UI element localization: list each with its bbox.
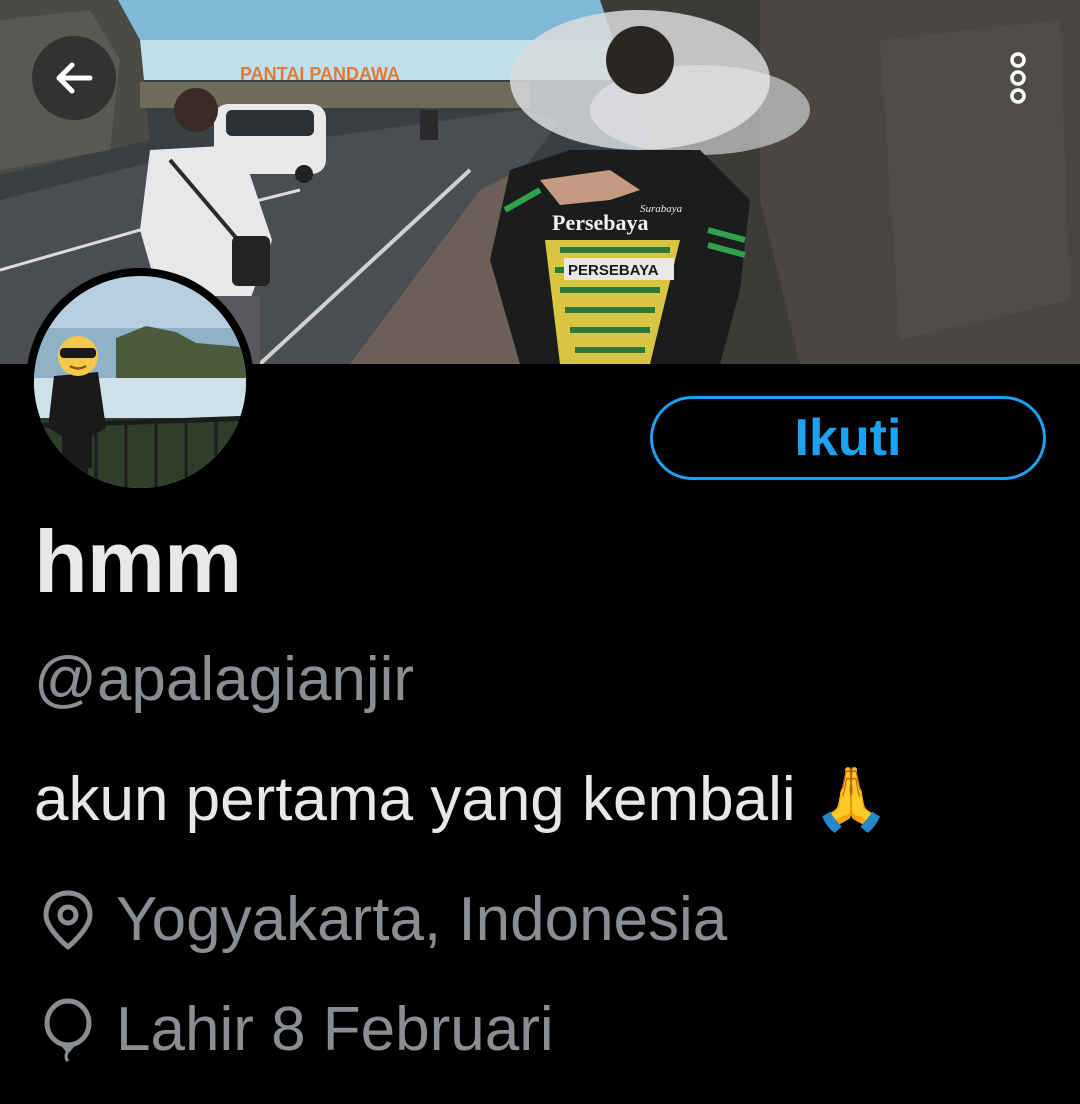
username-handle: @apalagianjir xyxy=(34,645,415,714)
back-button[interactable] xyxy=(32,36,116,120)
banner-shirt-brand: Surabaya xyxy=(640,203,683,215)
profile-avatar[interactable] xyxy=(26,268,254,496)
arrow-left-icon xyxy=(56,62,93,94)
location-pin-icon xyxy=(43,890,93,950)
banner-sign-text: PANTAI PANDAWA xyxy=(240,64,400,84)
banner-shirt-text-2: PERSEBAYA xyxy=(568,262,659,279)
birthday-text: Lahir 8 Februari xyxy=(116,995,554,1064)
profile-bio: akun pertama yang kembali 🙏 xyxy=(34,765,891,834)
more-vertical-icon xyxy=(1010,52,1026,104)
location-row: Yogyakarta, Indonesia xyxy=(38,884,727,956)
balloon-icon xyxy=(44,998,92,1063)
display-name: hmm xyxy=(34,512,242,611)
birthday-row: Lahir 8 Februari xyxy=(38,994,554,1066)
banner-shirt-text-1: Persebaya xyxy=(552,210,649,235)
avatar-photo xyxy=(26,268,254,496)
location-text: Yogyakarta, Indonesia xyxy=(116,885,728,954)
more-options-button[interactable] xyxy=(988,36,1048,120)
follow-button[interactable]: Ikuti xyxy=(650,396,1046,480)
